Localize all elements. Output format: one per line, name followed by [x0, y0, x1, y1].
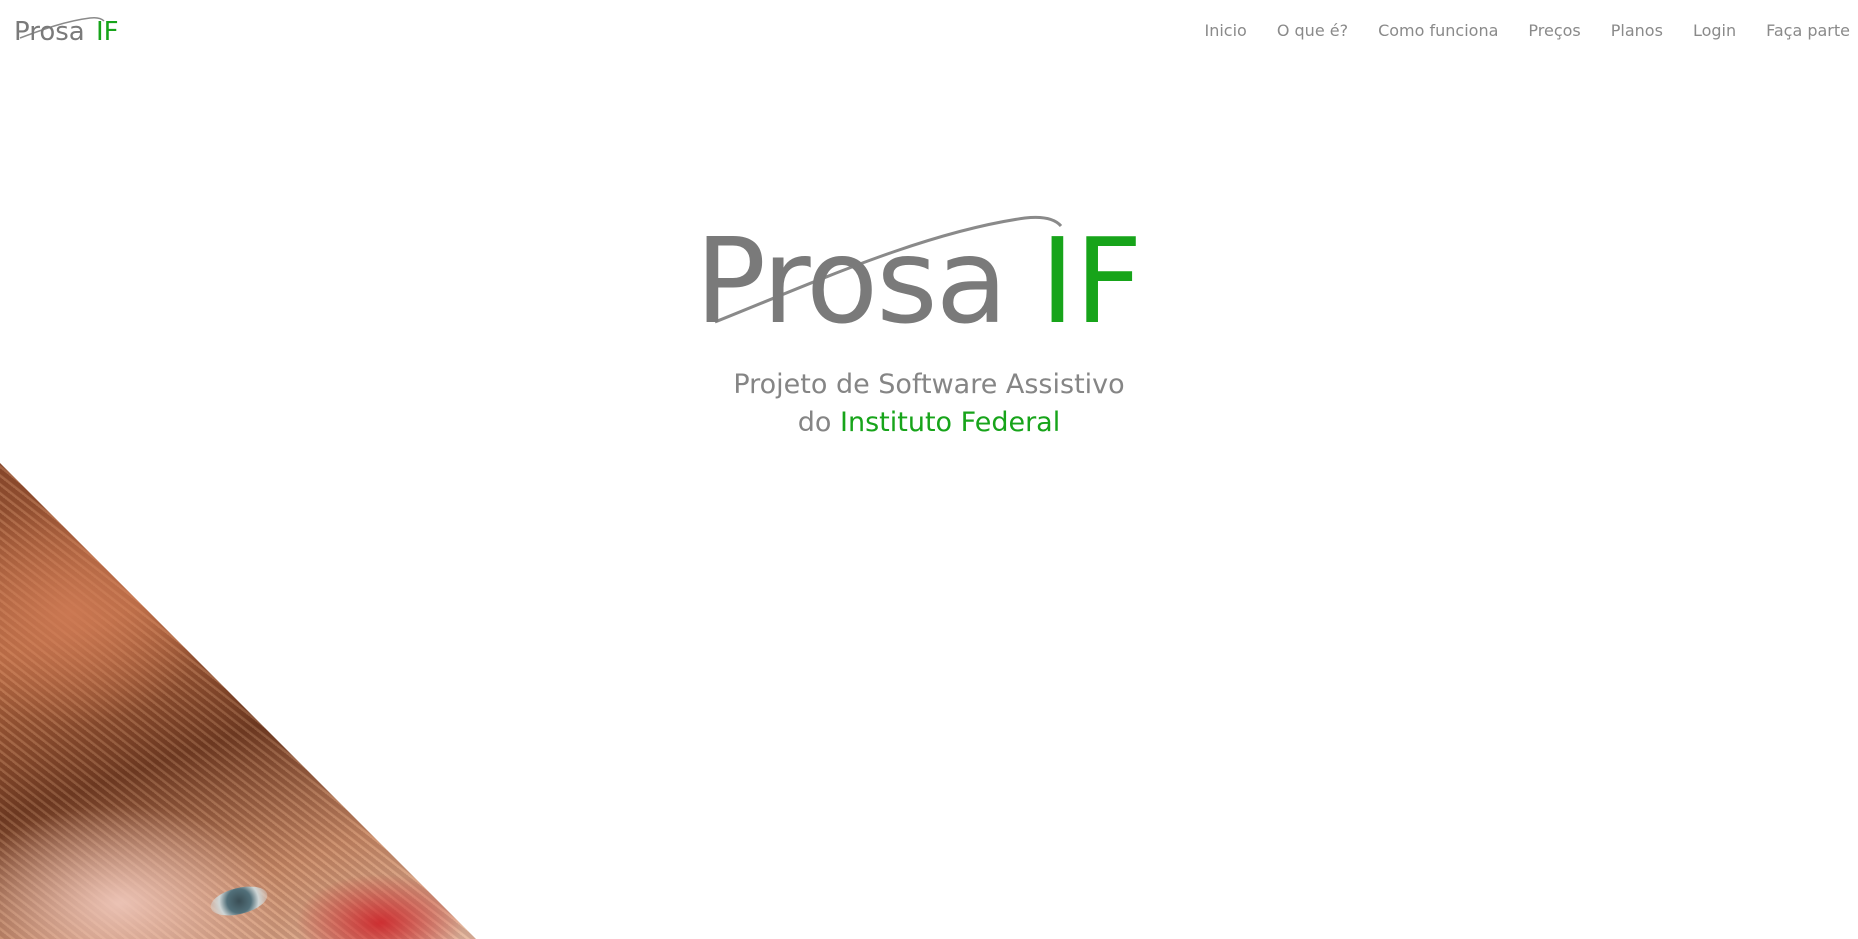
- hero-tagline-highlight: Instituto Federal: [840, 407, 1061, 438]
- hero-tagline-line2: do Instituto Federal: [529, 404, 1329, 442]
- brand-logo-text-if: IF: [96, 17, 119, 46]
- brand-logo-link[interactable]: Prosa IF: [14, 10, 134, 46]
- nav-link-o-que-e[interactable]: O que é?: [1277, 21, 1348, 41]
- nav-link-inicio[interactable]: Inicio: [1205, 21, 1247, 41]
- brand-logo: Prosa IF: [14, 17, 119, 46]
- main-nav: Inicio O que é? Como funciona Preços Pla…: [1175, 0, 1851, 62]
- hero-tagline-line1: Projeto de Software Assistivo: [733, 369, 1125, 400]
- hero-tagline-prefix: do: [797, 407, 841, 438]
- hero-logo: Prosa IF: [695, 212, 1143, 335]
- top-navbar: Prosa IF Inicio O que é? Como funciona P…: [0, 0, 1858, 62]
- hero-tagline: Projeto de Software Assistivo do Institu…: [529, 366, 1329, 442]
- nav-link-como-funciona[interactable]: Como funciona: [1378, 21, 1498, 41]
- nav-link-faca-parte[interactable]: Faça parte: [1766, 21, 1850, 41]
- brand-logo-text-prosa: Prosa: [14, 17, 85, 46]
- hero-logo-text-prosa: Prosa: [695, 212, 1006, 335]
- page: Prosa IF Inicio O que é? Como funciona P…: [0, 0, 1858, 939]
- nav-link-precos[interactable]: Preços: [1528, 21, 1580, 41]
- hero-photo-triangle: [0, 463, 476, 939]
- nav-link-planos[interactable]: Planos: [1611, 21, 1663, 41]
- hero-photo-eye: [207, 881, 271, 921]
- hero-logo-text-if: IF: [1040, 212, 1143, 335]
- nav-link-login[interactable]: Login: [1693, 21, 1736, 41]
